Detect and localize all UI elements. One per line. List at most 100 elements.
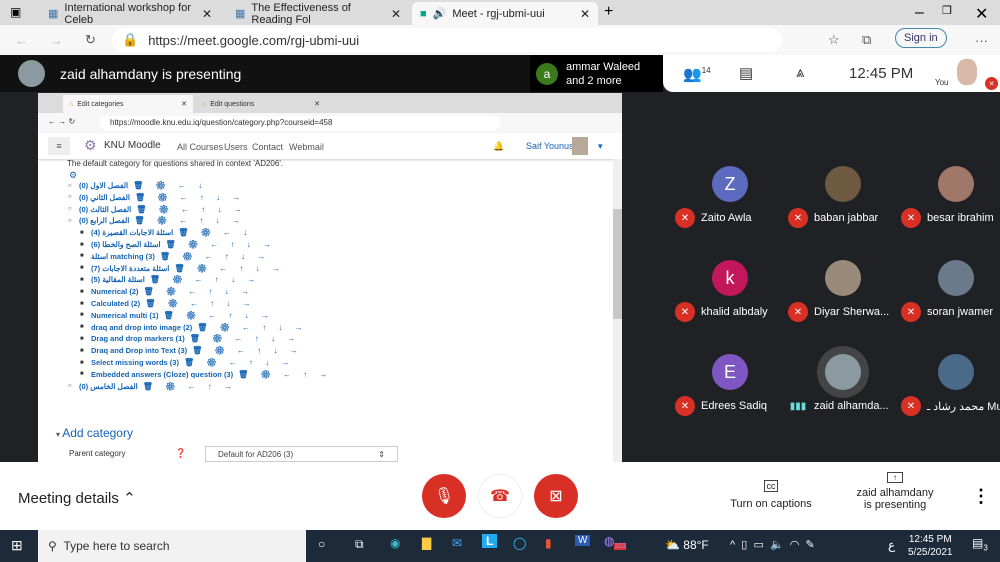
category-item[interactable]: ○ الفصل الثالث (0) 🗑 ⚙ ← ↑ ↓ → (68, 205, 247, 214)
activities-button[interactable]: ⩓ (796, 64, 804, 81)
category-label[interactable]: الفصل الخامس (0) (79, 382, 138, 391)
language-indicator[interactable]: ع (888, 538, 895, 552)
category-item[interactable]: ■ Drag and drop markers (1) 🗑 ⚙ ← ↑ ↓ → (80, 334, 300, 343)
windows-start-button[interactable]: ⊞ (11, 537, 23, 554)
weather-icon[interactable]: ⛅ 88°F (665, 538, 709, 552)
reload-button[interactable]: ↻ (85, 32, 96, 48)
leave-call-button[interactable]: ☎ (478, 474, 522, 518)
category-item[interactable]: ○ الفصل الاول (0) 🗑 ⚙ ← ↓ (68, 181, 207, 190)
category-label[interactable]: Numerical (2) (91, 287, 139, 296)
category-label[interactable]: اسئلة matching (3) (91, 252, 155, 261)
category-label[interactable]: الفصل الثاني (0) (79, 193, 130, 202)
viber-icon[interactable]: ◍323 (604, 534, 627, 551)
category-label[interactable]: اسئلة الصح والخطا (6) (91, 240, 161, 249)
category-label[interactable]: Embedded answers (Cloze) question (3) (91, 370, 233, 379)
participant-tile[interactable]: ✕ محمد رشاد ـ Mu... (901, 354, 1000, 444)
sign-in-button[interactable]: Sign in (895, 28, 947, 48)
tab-actions-icon[interactable]: ▣ (10, 5, 21, 19)
file-explorer-icon[interactable]: ▇ (422, 536, 431, 550)
category-item[interactable]: ○ الفصل الثاني (0) 🗑 ⚙ ← ↑ ↓ → (68, 193, 245, 202)
meeting-details-button[interactable]: Meeting details ⌃ (18, 489, 136, 507)
taskbar-search-box[interactable]: ⚲ Type here to search (38, 530, 306, 562)
favorites-icon[interactable]: ☆ (828, 32, 840, 48)
cortana-icon[interactable]: ○ (318, 537, 325, 551)
category-action-icons[interactable]: 🗑 ⚙ ← ↓ (133, 181, 207, 190)
category-item[interactable]: ■ اسئلة الصح والخطا (6) 🗑 ⚙ ← ↑ ↓ → (80, 240, 276, 249)
category-action-icons[interactable]: 🗑 ⚙ ← ↑ ↓ → (150, 275, 260, 284)
category-action-icons[interactable]: 🗑 ⚙ ← ↑ ↓ → (166, 240, 276, 249)
category-item[interactable]: ■ اسئلة المقالية (5) 🗑 ⚙ ← ↑ ↓ → (80, 275, 260, 284)
close-icon[interactable]: ✕ (202, 7, 212, 21)
category-label[interactable]: اسئلة متعددة الاجابات (7) (91, 264, 169, 273)
back-button[interactable]: ← (15, 33, 28, 48)
category-action-icons[interactable]: 🗑 ⚙ ← ↓ (178, 228, 252, 237)
category-label[interactable]: الفصل الرابع (0) (79, 216, 129, 225)
close-icon[interactable]: ✕ (391, 7, 401, 21)
category-action-icons[interactable]: 🗑 ⚙ ← ↑ ↓ → (145, 299, 255, 308)
participant-tile[interactable]: ▮▮▮ zaid alhamda... (788, 354, 898, 444)
tab-workshop[interactable]: ▦ International workshop for Celeb ✕ (40, 2, 220, 26)
category-action-icons[interactable]: 🗑 ⚙ ← ↑ → (143, 382, 237, 391)
office-icon[interactable]: ▮ (545, 536, 552, 550)
category-label[interactable]: اسئلة الاجابات القصيرة (4) (91, 228, 173, 237)
category-label[interactable]: الفصل الثالث (0) (79, 205, 131, 214)
camera-toggle-button[interactable]: ⊠ (534, 474, 578, 518)
category-action-icons[interactable]: 🗑 ⚙ ← ↑ ↓ → (135, 193, 245, 202)
category-label[interactable]: Drag and drop markers (1) (91, 334, 185, 343)
category-item[interactable]: ■ اسئلة الاجابات القصيرة (4) 🗑 ⚙ ← ↓ (80, 228, 252, 237)
chat-button[interactable]: ▤ (739, 64, 753, 82)
category-label[interactable]: draq and drop into image (2) (91, 323, 192, 332)
participant-tile[interactable]: Z ✕ Zaito Awla (675, 166, 785, 256)
category-item[interactable]: ■ اسئلة matching (3) 🗑 ⚙ ← ↑ ↓ → (80, 252, 270, 261)
category-label[interactable]: الفصل الاول (0) (79, 181, 128, 190)
category-action-icons[interactable]: 🗑 ⚙ ← ↑ ↓ → (134, 216, 244, 225)
category-item[interactable]: ■ draq and drop into image (2) 🗑 ⚙ ← ↑ ↓ → (80, 323, 308, 332)
category-item[interactable]: ■ Select missing words (3) 🗑 ⚙ ← ↑ ↓ → (80, 358, 294, 367)
category-item[interactable]: ■ Calculated (2) 🗑 ⚙ ← ↑ ↓ → (80, 299, 256, 308)
app-l-icon[interactable]: L (482, 534, 498, 548)
edge-icon[interactable]: ◉ (390, 536, 400, 550)
category-item[interactable]: ■ Numerical (2) 🗑 ⚙ ← ↑ ↓ → (80, 287, 254, 296)
category-action-icons[interactable]: 🗑 ⚙ ← ↑ ↓ → (174, 264, 284, 273)
participant-tile[interactable]: k ✕ khalid albdaly (675, 260, 785, 350)
category-action-icons[interactable]: 🗑 ⚙ ← ↑ ↓ → (136, 205, 246, 214)
category-label[interactable]: Calculated (2) (91, 299, 140, 308)
alexa-icon[interactable]: ◯ (513, 536, 526, 550)
category-action-icons[interactable]: 🗑 ⚙ ← ↑ ↓ → (190, 334, 300, 343)
forward-button[interactable]: → (50, 33, 63, 48)
category-action-icons[interactable]: 🗑 ⚙ ← ↑ ↓ → (184, 358, 294, 367)
notifications-icon[interactable]: ▤3 (972, 536, 988, 552)
people-button[interactable]: 👥14 (683, 65, 711, 83)
task-view-icon[interactable]: ⧉ (355, 537, 364, 552)
microphone-toggle-button[interactable]: 🎙 (422, 474, 466, 518)
more-menu-icon[interactable]: ··· (975, 33, 988, 48)
captions-button[interactable]: cc Turn on captions (725, 480, 817, 510)
category-label[interactable]: Numerical multi (1) (91, 311, 159, 320)
close-icon[interactable]: ✕ (580, 7, 590, 21)
window-close-button[interactable]: ✕ (975, 4, 988, 24)
category-item[interactable]: ○ الفصل الرابع (0) 🗑 ⚙ ← ↑ ↓ → (68, 216, 245, 225)
participant-tile[interactable]: ✕ besar ibrahim (901, 166, 1000, 256)
category-item[interactable]: ■ Embedded answers (Cloze) question (3) 🗑 … (80, 370, 332, 379)
category-action-icons[interactable]: 🗑 ⚙ ← ↑ ↓ → (160, 252, 270, 261)
category-item[interactable]: ■ اسئلة متعددة الاجابات (7) 🗑 ⚙ ← ↑ ↓ → (80, 264, 285, 273)
presenting-button[interactable]: ↑ zaid alhamdany is presenting (845, 472, 945, 511)
new-tab-button[interactable]: + (604, 3, 613, 21)
more-options-icon[interactable]: ⋮ (972, 486, 990, 507)
category-label[interactable]: اسئلة المقالية (5) (91, 275, 145, 284)
maximize-button[interactable]: ❐ (942, 4, 952, 17)
taskbar-clock[interactable]: 12:45 PM 5/25/2021 (908, 533, 953, 559)
mail-icon[interactable]: ✉ (452, 536, 462, 550)
url-field[interactable]: 🔒 https://meet.google.com/rgj-ubmi-uui (112, 28, 782, 52)
category-label[interactable]: Select missing words (3) (91, 358, 179, 367)
tray-icons[interactable]: ^ ▯ ▭ 🔈 ◠ ✎ (730, 538, 815, 551)
participant-tile[interactable]: ✕ Diyar Sherwa... (788, 260, 898, 350)
category-action-icons[interactable]: 🗑 ⚙ ← ↑ → (238, 370, 332, 379)
participant-tile[interactable]: E ✕ Edrees Sadiq (675, 354, 785, 444)
collections-icon[interactable]: ⧉ (862, 32, 871, 48)
tab-meet[interactable]: ■ 🔊 Meet - rgj-ubmi-uui ✕ (412, 2, 598, 25)
category-item[interactable]: ■ Numerical multi (1) 🗑 ⚙ ← ↑ ↓ → (80, 311, 274, 320)
category-label[interactable]: Draq and Drop into Text (3) (91, 346, 187, 355)
tab-reading[interactable]: ▦ The Effectiveness of Reading Fol ✕ (227, 2, 409, 26)
category-action-icons[interactable]: 🗑 ⚙ ← ↑ ↓ → (192, 346, 302, 355)
